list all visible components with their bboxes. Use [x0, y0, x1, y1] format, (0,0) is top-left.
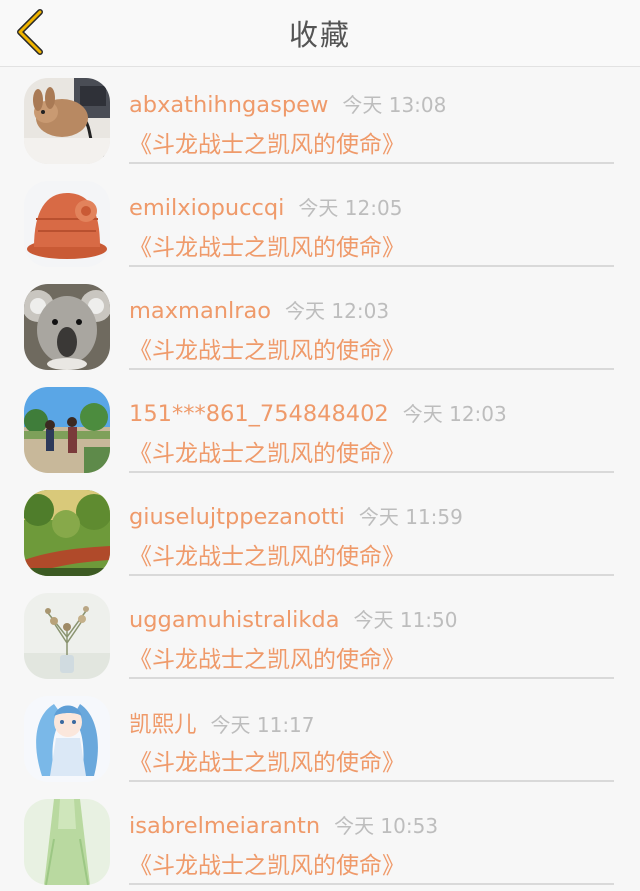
nav-bar: 收藏 — [0, 0, 640, 67]
page-title: 收藏 — [288, 18, 351, 52]
username[interactable]: giuselujtppezanotti — [129, 504, 345, 530]
list-item[interactable]: maxmanlrao 今天 12:03 《斗龙战士之凯风的使命》 — [0, 273, 640, 376]
username[interactable]: 151***861_754848402 — [129, 401, 389, 427]
divider — [129, 883, 614, 885]
favorites-list: abxathihngaspew 今天 13:08 《斗龙战士之凯风的使命》 emi… — [0, 67, 640, 891]
timestamp: 今天 12:03 — [402, 402, 507, 426]
username[interactable]: abxathihngaspew — [129, 92, 328, 118]
username[interactable]: emilxiopuccqi — [129, 195, 284, 221]
divider — [129, 574, 614, 576]
list-item[interactable]: emilxiopuccqi 今天 12:05 《斗龙战士之凯风的使命》 — [0, 170, 640, 273]
book-title-link[interactable]: 《斗龙战士之凯风的使命》 — [129, 331, 405, 365]
list-item[interactable]: 151***861_754848402 今天 12:03 《斗龙战士之凯风的使命》 — [0, 376, 640, 479]
username[interactable]: 凯熙儿 — [129, 712, 197, 738]
timestamp: 今天 12:05 — [298, 196, 403, 220]
timestamp: 今天 10:53 — [334, 814, 439, 838]
book-title-link[interactable]: 《斗龙战士之凯风的使命》 — [129, 537, 405, 571]
username[interactable]: uggamuhistralikda — [129, 607, 340, 633]
divider — [129, 677, 614, 679]
divider — [129, 780, 614, 782]
book-title-link[interactable]: 《斗龙战士之凯风的使命》 — [129, 640, 405, 674]
list-item[interactable]: uggamuhistralikda 今天 11:50 《斗龙战士之凯风的使命》 — [0, 582, 640, 685]
divider — [129, 368, 614, 370]
green-dress-avatar[interactable] — [24, 799, 110, 885]
timestamp: 今天 13:08 — [342, 93, 447, 117]
forest-path-avatar[interactable] — [24, 490, 110, 576]
book-title-link[interactable]: 《斗龙战士之凯风的使命》 — [129, 434, 405, 468]
knit-hat-avatar[interactable] — [24, 181, 110, 267]
list-item[interactable]: giuselujtppezanotti 今天 11:59 《斗龙战士之凯风的使命》 — [0, 479, 640, 582]
list-item[interactable]: isabrelmeiarantn 今天 10:53 《斗龙战士之凯风的使命》 — [0, 788, 640, 891]
timestamp: 今天 11:59 — [358, 505, 463, 529]
book-title-link[interactable]: 《斗龙战士之凯风的使命》 — [129, 743, 405, 777]
list-item[interactable]: 凯熙儿 今天 11:17 《斗龙战士之凯风的使命》 — [0, 685, 640, 788]
rabbit-avatar[interactable] — [24, 78, 110, 164]
divider — [129, 162, 614, 164]
flower-vase-avatar[interactable] — [24, 593, 110, 679]
book-title-link[interactable]: 《斗龙战士之凯风的使命》 — [129, 228, 405, 262]
koala-avatar[interactable] — [24, 284, 110, 370]
book-title-link[interactable]: 《斗龙战士之凯风的使命》 — [129, 846, 405, 880]
timestamp: 今天 11:17 — [210, 713, 315, 737]
timestamp: 今天 12:03 — [285, 299, 390, 323]
book-title-link[interactable]: 《斗龙战士之凯风的使命》 — [129, 125, 405, 159]
anime-girl-avatar[interactable] — [24, 696, 110, 782]
timestamp: 今天 11:50 — [353, 608, 458, 632]
list-item[interactable]: abxathihngaspew 今天 13:08 《斗龙战士之凯风的使命》 — [0, 67, 640, 170]
divider — [129, 265, 614, 267]
park-photo-avatar[interactable] — [24, 387, 110, 473]
divider — [129, 471, 614, 473]
username[interactable]: isabrelmeiarantn — [129, 813, 320, 839]
username[interactable]: maxmanlrao — [129, 298, 271, 324]
